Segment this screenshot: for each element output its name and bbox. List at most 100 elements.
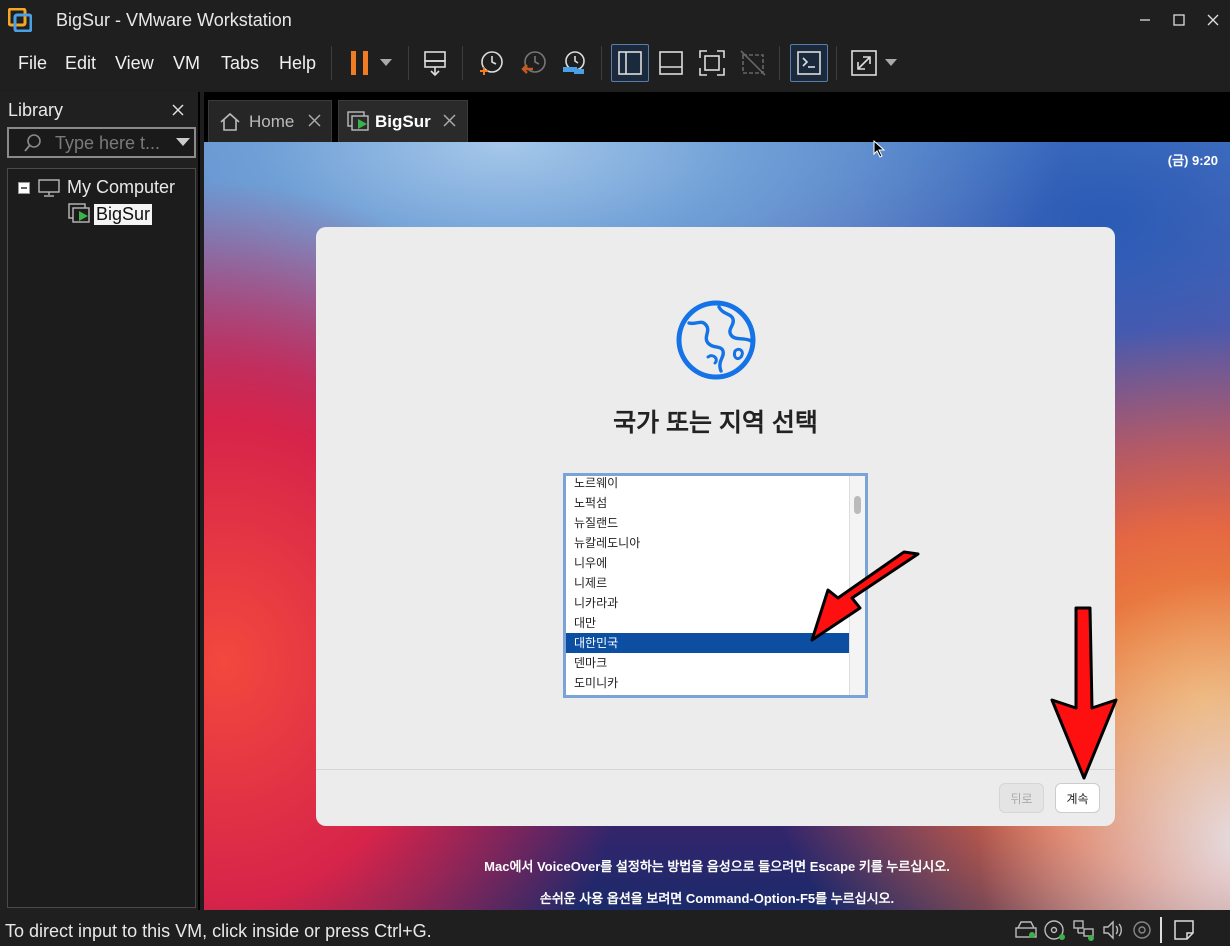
tree-item-label: My Computer xyxy=(67,177,176,197)
network-icon xyxy=(1073,920,1094,941)
library-search-input[interactable] xyxy=(55,132,165,154)
show-library-button[interactable] xyxy=(611,44,649,82)
send-keys-icon xyxy=(424,51,446,77)
list-item[interactable]: 뉴질랜드 xyxy=(566,513,849,533)
close-icon xyxy=(1207,14,1219,26)
tab-strip: Home BigSur xyxy=(204,92,1230,142)
stretch-dropdown-button[interactable] xyxy=(879,44,903,82)
back-button[interactable]: 뒤로 xyxy=(999,783,1044,813)
mouse-cursor-icon xyxy=(873,140,886,158)
chevron-down-icon[interactable] xyxy=(176,138,190,147)
console-view-button[interactable] xyxy=(790,44,828,82)
network-status-icon[interactable] xyxy=(1072,918,1096,942)
list-item[interactable]: 노르웨이 xyxy=(566,476,849,493)
close-window-button[interactable] xyxy=(1196,0,1230,40)
dialog-title: 국가 또는 지역 선택 xyxy=(613,409,818,437)
status-divider xyxy=(1158,917,1164,943)
library-title: Library xyxy=(8,100,64,120)
list-item[interactable]: 덴마크 xyxy=(566,653,849,673)
cd-dvd-status-icon[interactable] xyxy=(1043,918,1067,942)
speaker-icon xyxy=(1103,920,1122,940)
tab-close-button[interactable] xyxy=(308,111,321,132)
menu-view[interactable]: View xyxy=(115,53,154,74)
terminal-icon xyxy=(797,51,821,75)
chevron-down-icon xyxy=(885,59,897,66)
tab-close-button[interactable] xyxy=(443,111,456,132)
toolbar-separator xyxy=(779,46,780,80)
maximize-button[interactable] xyxy=(1162,0,1196,40)
status-bar: To direct input to this VM, click inside… xyxy=(0,910,1230,946)
menu-file[interactable]: File xyxy=(18,53,47,74)
power-dropdown-button[interactable] xyxy=(374,44,398,82)
hard-disk-icon xyxy=(1015,921,1037,938)
library-panel: Library My Computer BigSur xyxy=(0,92,200,910)
note-icon xyxy=(1174,920,1194,940)
toolbar-separator xyxy=(462,46,463,80)
thumbnail-layout-icon xyxy=(659,51,683,75)
close-icon xyxy=(443,114,456,127)
scrollbar-thumb[interactable] xyxy=(854,496,861,514)
menu-edit[interactable]: Edit xyxy=(65,53,96,74)
tree-item-my-computer[interactable]: My Computer xyxy=(18,177,175,198)
voiceover-hint: Mac에서 VoiceOver를 설정하는 방법을 음성으로 들으려면 Esca… xyxy=(484,859,950,874)
close-icon xyxy=(172,104,184,116)
stretch-guest-button[interactable] xyxy=(845,44,883,82)
tab-home[interactable]: Home xyxy=(208,100,332,142)
full-screen-button[interactable] xyxy=(693,44,731,82)
close-icon xyxy=(308,114,321,127)
snapshot-manager-button[interactable] xyxy=(555,44,593,82)
snapshot-manager-icon xyxy=(563,51,585,74)
menu-help[interactable]: Help xyxy=(279,53,316,74)
menu-bar-clock: (금) 9:20 xyxy=(1167,153,1218,168)
window-title: BigSur - VMware Workstation xyxy=(56,10,292,30)
unity-button[interactable] xyxy=(734,44,772,82)
toolbar-separator xyxy=(408,46,409,80)
notes-status-icon[interactable] xyxy=(1172,918,1196,942)
menu-tabs[interactable]: Tabs xyxy=(221,53,259,74)
hard-disk-status-icon[interactable] xyxy=(1014,918,1038,942)
pause-icon xyxy=(351,51,368,75)
full-screen-icon xyxy=(699,50,725,76)
usb-status-icon[interactable] xyxy=(1130,918,1154,942)
show-thumbnail-bar-button[interactable] xyxy=(652,44,690,82)
continue-button[interactable]: 계속 xyxy=(1055,783,1100,813)
annotation-arrow-icon xyxy=(1050,606,1118,780)
stretch-icon xyxy=(851,50,877,76)
dialog-divider xyxy=(316,769,1115,770)
tab-label: BigSur xyxy=(375,111,431,131)
vm-running-icon xyxy=(68,203,90,223)
title-bar: BigSur - VMware Workstation xyxy=(0,0,1230,40)
computer-icon xyxy=(38,178,60,197)
home-icon xyxy=(220,112,240,131)
vm-running-icon xyxy=(347,110,369,131)
library-layout-icon xyxy=(618,51,642,75)
accessibility-hint: 손쉬운 사용 옵션을 보려면 Command-Option-F5를 누르십시오. xyxy=(539,891,895,906)
send-ctrl-alt-del-button[interactable] xyxy=(416,44,454,82)
take-snapshot-button[interactable] xyxy=(472,44,510,82)
collapse-icon[interactable] xyxy=(18,181,30,194)
globe-icon xyxy=(676,300,756,380)
disc-icon xyxy=(1133,921,1151,939)
status-message: To direct input to this VM, click inside… xyxy=(5,921,432,941)
minimize-icon xyxy=(1140,19,1150,21)
vm-display[interactable]: (금) 9:20 국가 또는 지역 선택 노르웨이 노퍽섬 뉴질랜드 뉴칼레도니… xyxy=(204,142,1230,910)
unity-icon xyxy=(740,50,766,76)
tab-label: Home xyxy=(249,111,295,131)
snapshot-icon xyxy=(480,51,503,75)
list-item[interactable]: 도미니카 xyxy=(566,673,849,693)
library-close-button[interactable] xyxy=(172,100,184,121)
tree-item-bigsur[interactable]: BigSur xyxy=(68,203,153,225)
cd-icon xyxy=(1044,920,1065,940)
revert-snapshot-button[interactable] xyxy=(514,44,552,82)
tree-item-label: BigSur xyxy=(94,203,153,225)
revert-icon xyxy=(521,51,546,74)
sound-status-icon[interactable] xyxy=(1101,918,1125,942)
tab-bigsur[interactable]: BigSur xyxy=(338,100,468,142)
menu-vm[interactable]: VM xyxy=(173,53,200,74)
toolbar-separator xyxy=(331,46,332,80)
library-search-box[interactable] xyxy=(7,127,196,158)
maximize-icon xyxy=(1173,14,1185,26)
minimize-button[interactable] xyxy=(1128,0,1162,40)
chevron-down-icon xyxy=(380,59,392,66)
list-item[interactable]: 노퍽섬 xyxy=(566,493,849,513)
